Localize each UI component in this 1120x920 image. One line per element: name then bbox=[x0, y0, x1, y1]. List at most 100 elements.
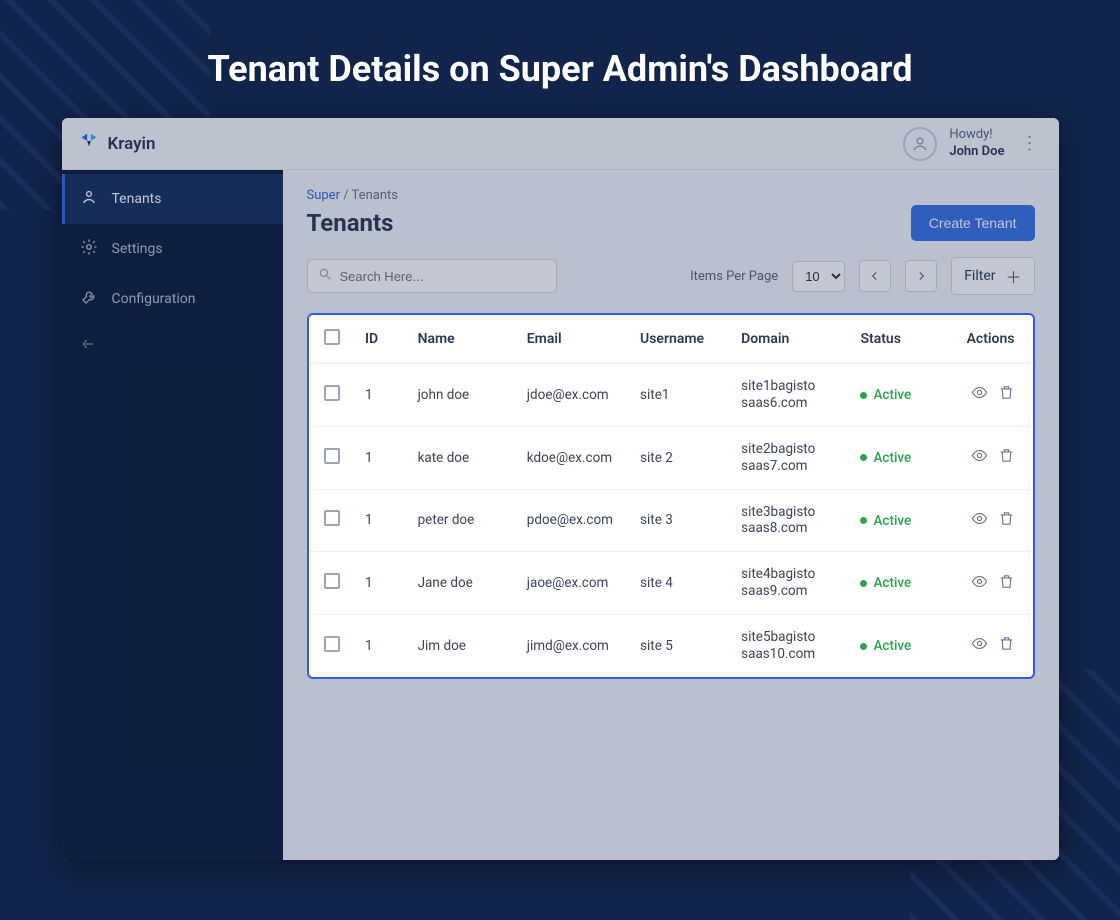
user-icon bbox=[911, 135, 929, 153]
sidebar-item-configuration[interactable]: Configuration bbox=[62, 274, 283, 324]
cell-domain: site5bagistosaas10.com bbox=[731, 615, 850, 677]
cell-status: Active bbox=[850, 489, 951, 552]
page-prev-button[interactable] bbox=[859, 260, 891, 292]
status-dot-icon bbox=[860, 643, 867, 650]
row-checkbox[interactable] bbox=[324, 510, 340, 526]
table-row: 1 peter doe pdoe@ex.com site 3 site3bagi… bbox=[309, 489, 1033, 552]
status-dot-icon bbox=[860, 517, 867, 524]
cell-email: kdoe@ex.com bbox=[517, 426, 630, 489]
view-icon[interactable] bbox=[971, 510, 988, 527]
cell-id: 1 bbox=[355, 552, 408, 615]
cell-status: Active bbox=[850, 615, 951, 677]
cell-domain: site4bagistosaas9.com bbox=[731, 552, 850, 615]
cell-name: Jim doe bbox=[408, 615, 517, 677]
sidebar-item-label: Configuration bbox=[112, 291, 196, 307]
table-row: 1 Jane doe jaoe@ex.com site 4 site4bagis… bbox=[309, 552, 1033, 615]
col-status[interactable]: Status bbox=[850, 315, 951, 364]
cell-username: site 5 bbox=[630, 615, 731, 677]
row-checkbox[interactable] bbox=[324, 573, 340, 589]
brand[interactable]: Krayin bbox=[78, 130, 156, 157]
cell-id: 1 bbox=[355, 489, 408, 552]
col-domain[interactable]: Domain bbox=[731, 315, 850, 364]
cell-status: Active bbox=[850, 426, 951, 489]
cell-status: Active bbox=[850, 552, 951, 615]
status-dot-icon bbox=[860, 580, 867, 587]
user-icon bbox=[80, 188, 98, 210]
sidebar-item-label: Settings bbox=[112, 241, 163, 257]
create-tenant-button[interactable]: Create Tenant bbox=[911, 205, 1035, 241]
sidebar-item-settings[interactable]: Settings bbox=[62, 224, 283, 274]
breadcrumb-sep: / bbox=[340, 188, 352, 203]
cell-name: Jane doe bbox=[408, 552, 517, 615]
search-icon bbox=[318, 267, 340, 285]
sidebar-item-label: Tenants bbox=[112, 191, 162, 207]
cell-username: site 2 bbox=[630, 426, 731, 489]
filter-button[interactable]: Filter ＋ bbox=[951, 257, 1034, 295]
cell-name: peter doe bbox=[408, 489, 517, 552]
cell-email: jimd@ex.com bbox=[517, 615, 630, 677]
cell-email: jdoe@ex.com bbox=[517, 364, 630, 427]
sidebar-collapse-icon[interactable] bbox=[62, 324, 283, 368]
topbar: Krayin Howdy! John Doe ⋮ bbox=[62, 118, 1059, 170]
avatar[interactable] bbox=[903, 127, 937, 161]
row-checkbox[interactable] bbox=[324, 636, 340, 652]
brand-name: Krayin bbox=[108, 134, 156, 154]
plus-icon: ＋ bbox=[1005, 264, 1021, 288]
sidebar-item-tenants[interactable]: Tenants bbox=[62, 174, 283, 224]
row-checkbox[interactable] bbox=[324, 448, 340, 464]
cell-username: site 3 bbox=[630, 489, 731, 552]
main-content: Super / Tenants Tenants Create Tenant It… bbox=[283, 170, 1059, 860]
cell-email: jaoe@ex.com bbox=[517, 552, 630, 615]
cell-id: 1 bbox=[355, 615, 408, 677]
cell-username: site 4 bbox=[630, 552, 731, 615]
delete-icon[interactable] bbox=[998, 573, 1015, 590]
delete-icon[interactable] bbox=[998, 447, 1015, 464]
breadcrumb-root[interactable]: Super bbox=[307, 188, 340, 203]
col-id[interactable]: ID bbox=[355, 315, 408, 364]
col-username[interactable]: Username bbox=[630, 315, 731, 364]
breadcrumb-current: Tenants bbox=[352, 188, 398, 203]
toolbar: Items Per Page 10 Filter ＋ bbox=[307, 257, 1035, 295]
view-icon[interactable] bbox=[971, 384, 988, 401]
col-name[interactable]: Name bbox=[408, 315, 517, 364]
row-checkbox[interactable] bbox=[324, 385, 340, 401]
cell-id: 1 bbox=[355, 364, 408, 427]
cell-name: john doe bbox=[408, 364, 517, 427]
page-title: Tenants bbox=[307, 209, 394, 237]
wrench-icon bbox=[80, 288, 98, 310]
table-row: 1 Jim doe jimd@ex.com site 5 site5bagist… bbox=[309, 615, 1033, 677]
table-header-row: ID Name Email Username Domain Status Act… bbox=[309, 315, 1033, 364]
arrow-right-icon bbox=[914, 269, 928, 283]
cell-email: pdoe@ex.com bbox=[517, 489, 630, 552]
col-actions: Actions bbox=[952, 315, 1033, 364]
cell-status: Active bbox=[850, 364, 951, 427]
greeting-block: Howdy! John Doe bbox=[949, 127, 1004, 160]
table-row: 1 john doe jdoe@ex.com site1 site1bagist… bbox=[309, 364, 1033, 427]
username-text: John Doe bbox=[949, 144, 1004, 160]
view-icon[interactable] bbox=[971, 573, 988, 590]
filter-label: Filter bbox=[964, 268, 995, 284]
delete-icon[interactable] bbox=[998, 635, 1015, 652]
search-input-wrap[interactable] bbox=[307, 259, 557, 293]
view-icon[interactable] bbox=[971, 635, 988, 652]
kebab-menu-icon[interactable]: ⋮ bbox=[1017, 133, 1043, 154]
brand-logo-icon bbox=[78, 130, 100, 157]
select-all-checkbox[interactable] bbox=[324, 329, 340, 345]
cell-domain: site1bagistosaas6.com bbox=[731, 364, 850, 427]
dashboard-window: Krayin Howdy! John Doe ⋮ Tenants Setting… bbox=[62, 118, 1059, 860]
items-per-page-label: Items Per Page bbox=[690, 269, 778, 284]
greeting-text: Howdy! bbox=[949, 127, 1004, 143]
col-email[interactable]: Email bbox=[517, 315, 630, 364]
page-next-button[interactable] bbox=[905, 260, 937, 292]
sidebar: Tenants Settings Configuration bbox=[62, 170, 283, 860]
cell-domain: site2bagistosaas7.com bbox=[731, 426, 850, 489]
search-input[interactable] bbox=[340, 269, 546, 284]
delete-icon[interactable] bbox=[998, 510, 1015, 527]
delete-icon[interactable] bbox=[998, 384, 1015, 401]
view-icon[interactable] bbox=[971, 447, 988, 464]
status-dot-icon bbox=[860, 392, 867, 399]
gear-icon bbox=[80, 238, 98, 260]
breadcrumb: Super / Tenants bbox=[307, 188, 1035, 203]
items-per-page-select[interactable]: 10 bbox=[792, 261, 845, 292]
status-dot-icon bbox=[860, 454, 867, 461]
